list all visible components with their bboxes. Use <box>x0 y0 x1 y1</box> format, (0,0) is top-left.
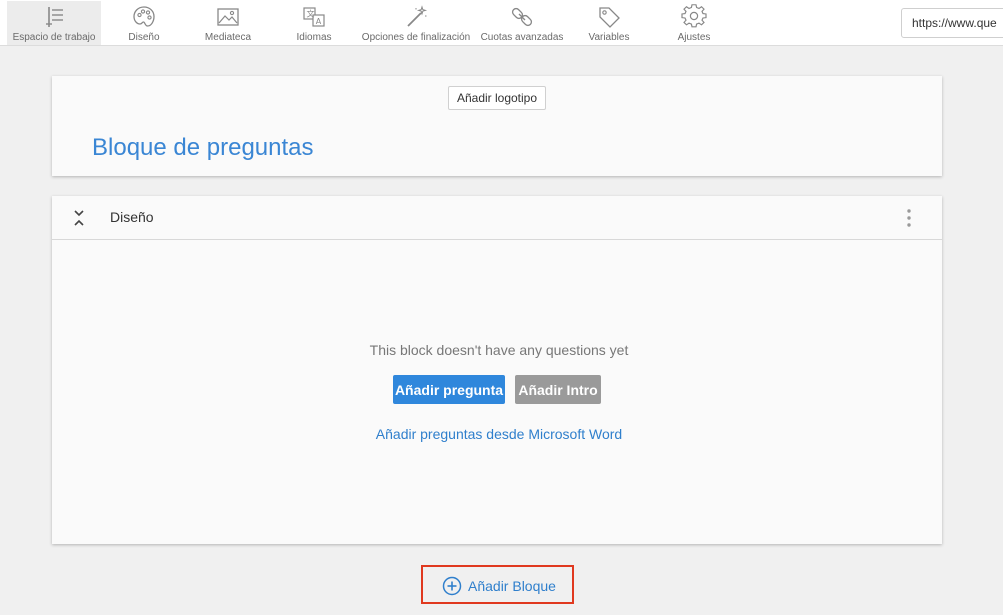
survey-title[interactable]: Bloque de preguntas <box>92 134 314 162</box>
tool-label: Espacio de trabajo <box>12 32 96 43</box>
translate-icon: 文 A <box>303 7 325 27</box>
link-chain-icon <box>511 7 533 27</box>
svg-text:文: 文 <box>307 9 315 19</box>
add-intro-button[interactable]: Añadir Intro <box>515 375 601 404</box>
palette-icon <box>133 6 155 27</box>
tool-cuotas-avanzadas[interactable]: Cuotas avanzadas <box>480 1 564 45</box>
tool-ajustes[interactable]: Ajustes <box>666 1 722 45</box>
svg-text:A: A <box>316 17 322 26</box>
tool-label: Opciones de finalización <box>361 32 471 43</box>
magic-wand-icon <box>407 5 428 27</box>
collapse-icon[interactable] <box>72 209 86 227</box>
plus-circle-icon <box>442 576 462 596</box>
tool-variables[interactable]: Variables <box>579 1 639 45</box>
workspace-icon <box>46 7 63 27</box>
add-logo-button[interactable]: Añadir logotipo <box>448 86 546 110</box>
tool-opciones-finalizacion[interactable]: Opciones de finalización <box>358 1 474 45</box>
more-options-icon[interactable] <box>904 208 914 228</box>
tool-label: Diseño <box>128 32 160 43</box>
tool-diseno[interactable]: Diseño <box>111 1 177 45</box>
url-field[interactable]: https://www.que <box>901 8 1003 38</box>
tool-idiomas[interactable]: 文 A Idiomas <box>281 1 347 45</box>
tool-label: Cuotas avanzadas <box>480 32 564 43</box>
empty-block-message: This block doesn't have any questions ye… <box>369 342 629 358</box>
tool-label: Variables <box>588 32 630 43</box>
add-block-label: Añadir Bloque <box>468 578 556 594</box>
import-word-link[interactable]: Añadir preguntas desde Microsoft Word <box>52 426 946 442</box>
tool-label: Idiomas <box>296 32 332 43</box>
tool-mediateca[interactable]: Mediateca <box>194 1 262 45</box>
tool-espacio-de-trabajo[interactable]: Espacio de trabajo <box>7 1 101 45</box>
block-name[interactable]: Diseño <box>110 209 154 225</box>
image-icon <box>217 8 239 26</box>
top-toolbar: Espacio de trabajo Diseño Mediateca 文 A … <box>0 0 1003 46</box>
tool-label: Mediateca <box>204 32 252 43</box>
add-block-button[interactable]: Añadir Bloque <box>442 576 556 596</box>
tag-icon <box>599 7 620 28</box>
block-header: Diseño <box>52 196 942 240</box>
add-question-button[interactable]: Añadir pregunta <box>393 375 505 404</box>
gear-icon <box>681 4 707 28</box>
tool-label: Ajustes <box>677 32 711 43</box>
survey-header-card: Añadir logotipo Bloque de preguntas <box>52 76 942 176</box>
question-block-card: Diseño This block doesn't have any quest… <box>52 196 942 544</box>
